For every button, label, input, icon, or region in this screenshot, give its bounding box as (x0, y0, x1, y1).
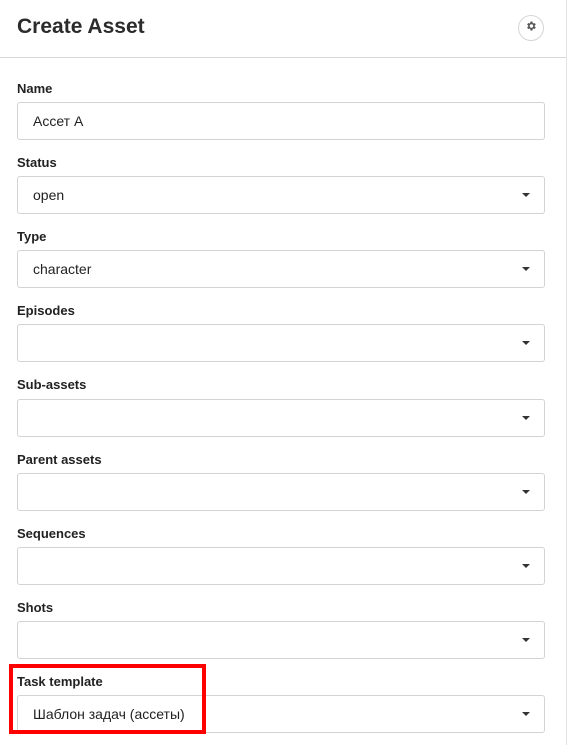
name-label: Name (17, 81, 53, 96)
status-select[interactable]: open (17, 176, 545, 214)
status-label: Status (17, 155, 57, 170)
sub-assets-label: Sub-assets (17, 377, 87, 392)
page-title: Create Asset (17, 15, 145, 38)
gear-icon (525, 19, 537, 37)
sub-assets-select[interactable] (17, 399, 545, 437)
caret-down-icon (522, 712, 530, 716)
caret-down-icon (522, 490, 530, 494)
parent-assets-select[interactable] (17, 473, 545, 511)
status-select-value: open (33, 187, 65, 203)
create-asset-panel: Create Asset Name Status open Type chara… (0, 0, 567, 745)
episodes-label: Episodes (17, 303, 75, 318)
parent-assets-label: Parent assets (17, 452, 102, 467)
episodes-select[interactable] (17, 324, 545, 362)
shots-label: Shots (17, 600, 54, 615)
caret-down-icon (522, 564, 530, 568)
name-input[interactable] (17, 102, 545, 140)
caret-down-icon (522, 193, 530, 197)
panel-header: Create Asset (0, 0, 566, 58)
type-select-value: character (33, 261, 92, 277)
sequences-label: Sequences (17, 526, 86, 541)
task-template-label: Task template (17, 674, 103, 689)
settings-button[interactable] (518, 15, 544, 41)
type-select[interactable]: character (17, 250, 545, 288)
caret-down-icon (522, 416, 530, 420)
task-template-select[interactable]: Шаблон задач (ассеты) (17, 695, 545, 733)
caret-down-icon (522, 341, 530, 345)
caret-down-icon (522, 638, 530, 642)
task-template-select-value: Шаблон задач (ассеты) (33, 706, 185, 722)
shots-select[interactable] (17, 621, 545, 659)
caret-down-icon (522, 267, 530, 271)
sequences-select[interactable] (17, 547, 545, 585)
type-label: Type (17, 229, 47, 244)
